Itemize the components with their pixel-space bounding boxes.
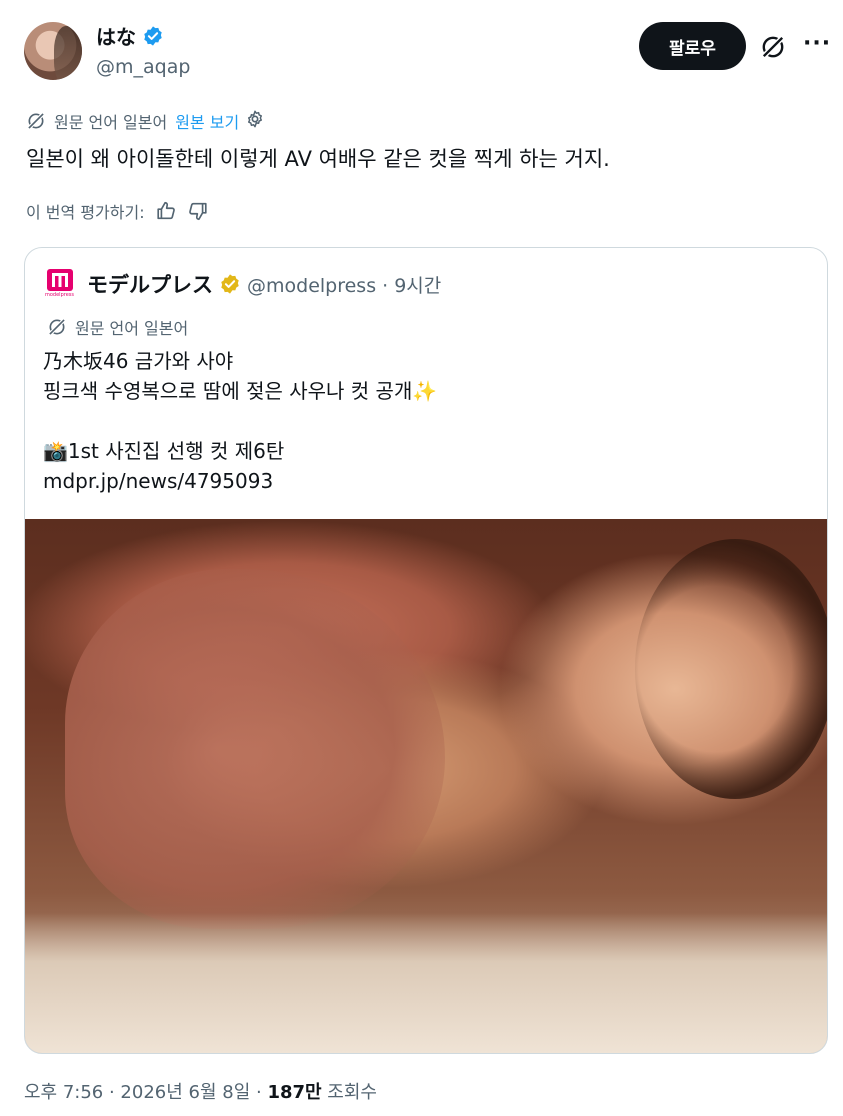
more-options-icon[interactable]: ···	[803, 33, 831, 55]
source-language-label: 원문 언어 일본어	[54, 113, 168, 132]
tweet-text: 일본이 왜 아이돌한테 이렇게 AV 여배우 같은 컷을 찍게 하는 거지.	[26, 147, 610, 171]
quoted-tweet-card[interactable]: modelpress モデルプレス @modelpress · 9시간 원문 언…	[24, 247, 828, 1054]
verified-org-badge-icon	[219, 273, 241, 295]
gear-icon[interactable]	[245, 109, 273, 133]
quoted-author-name[interactable]: モデルプレス	[87, 269, 213, 299]
rate-translation-label: 이 번역 평가하기:	[26, 203, 145, 222]
logo-text: modelpress	[45, 292, 74, 298]
photo-shape	[635, 539, 827, 799]
tweet-metadata: 오후 7:56 · 2026년 6월 8일 · 187만 조회수	[24, 1080, 377, 1106]
quoted-handle-time[interactable]: @modelpress · 9시간	[247, 271, 441, 298]
translate-icon	[27, 112, 45, 130]
grok-icon[interactable]	[760, 34, 786, 64]
thumbs-up-icon[interactable]	[155, 200, 177, 222]
author-display-name[interactable]: はな	[96, 23, 164, 54]
quoted-source-language-label: 원문 언어 일본어	[75, 319, 189, 338]
verified-badge-icon	[142, 25, 164, 54]
tweet-timestamp[interactable]: 오후 7:56 · 2026년 6월 8일 ·	[24, 1082, 267, 1103]
author-handle[interactable]: @m_aqap	[96, 53, 190, 81]
translation-info: 원문 언어 일본어 원본 보기	[26, 108, 273, 134]
thumbs-down-icon[interactable]	[187, 200, 209, 222]
quoted-translation-info: 원문 언어 일본어	[47, 314, 188, 340]
view-count-label: 조회수	[321, 1082, 377, 1103]
modelpress-logo[interactable]: modelpress	[45, 269, 74, 299]
author-name-text[interactable]: はな	[96, 25, 136, 49]
quoted-tweet-photo[interactable]	[25, 519, 827, 1053]
rate-translation: 이 번역 평가하기:	[26, 197, 209, 225]
view-count: 187만	[267, 1082, 322, 1103]
follow-button[interactable]: 팔로우	[639, 22, 746, 70]
author-avatar[interactable]	[24, 22, 82, 80]
quoted-tweet-text: 乃木坂46 금가와 사야 핑크색 수영복으로 땀에 젖은 사우나 컷 공개✨ 📸…	[43, 349, 438, 493]
quoted-tweet-header: modelpress モデルプレス @modelpress · 9시간	[45, 268, 441, 300]
show-original-link[interactable]: 원본 보기	[175, 109, 239, 133]
photo-shape	[25, 913, 827, 1053]
translate-icon	[48, 318, 66, 336]
photo-shape	[65, 569, 445, 929]
